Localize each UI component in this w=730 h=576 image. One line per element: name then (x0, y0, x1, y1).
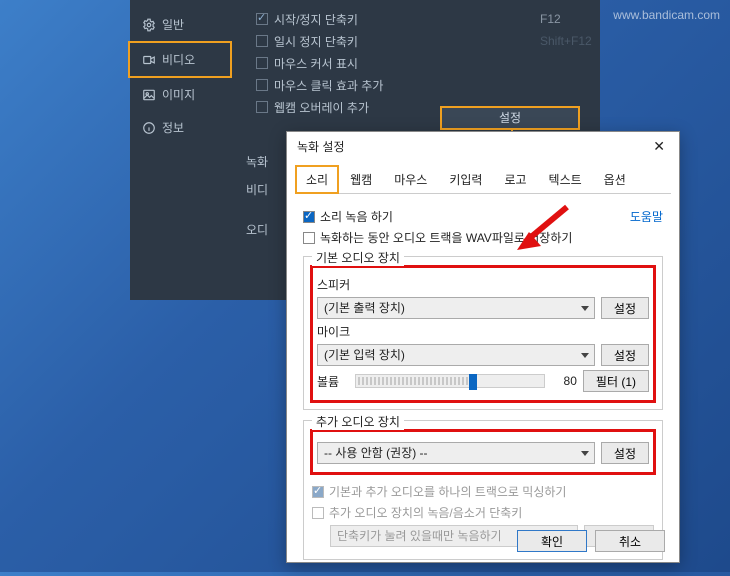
extra-audio-select[interactable]: -- 사용 안함 (권장) -- (317, 442, 595, 464)
volume-slider[interactable] (355, 374, 545, 388)
checkbox-label: 추가 오디오 장치의 녹음/음소거 단축키 (329, 506, 522, 520)
shortcut-value: Shift+F12 (540, 34, 592, 48)
checkbox-label: 녹화하는 동안 오디오 트랙을 WAV파일로 저장하기 (320, 231, 572, 245)
primary-audio-fieldset: 기본 오디오 장치 스피커 (기본 출력 장치) 설정 마이크 (기본 입력 장… (303, 256, 663, 410)
highlight-box: -- 사용 안함 (권장) -- 설정 (310, 429, 656, 475)
tab-logo[interactable]: 로고 (493, 165, 537, 193)
checkbox-icon[interactable] (256, 13, 268, 25)
ok-button[interactable]: 확인 (517, 530, 587, 552)
sidebar-item-label: 비디오 (162, 51, 195, 68)
settings-button[interactable]: 설정 (440, 106, 580, 130)
speaker-settings-button[interactable]: 설정 (601, 297, 649, 319)
tab-text[interactable]: 텍스트 (538, 165, 593, 193)
option-label: 시작/정지 단축키 (274, 11, 358, 28)
option-label: 마우스 클릭 효과 추가 (274, 77, 383, 94)
sidebar-item-video[interactable]: 비디오 (128, 41, 232, 78)
watermark: www.bandicam.com (613, 8, 720, 22)
mic-label: 마이크 (317, 323, 649, 340)
record-sound-checkbox[interactable] (303, 211, 315, 223)
option-label: 마우스 커서 표시 (274, 55, 358, 72)
info-icon (142, 121, 156, 135)
image-icon (142, 88, 156, 102)
sidebar-item-info[interactable]: 정보 (130, 111, 230, 144)
sidebar-item-label: 일반 (162, 16, 184, 33)
filter-button[interactable]: 필터 (1) (583, 370, 649, 392)
fieldset-legend: 기본 오디오 장치 (312, 249, 404, 266)
fieldset-legend: 추가 오디오 장치 (312, 413, 404, 430)
cancel-button[interactable]: 취소 (595, 530, 665, 552)
checkbox-icon[interactable] (256, 79, 268, 91)
dialog-title: 녹화 설정 (297, 138, 345, 155)
close-button[interactable]: ✕ (649, 138, 669, 155)
tab-keyinput[interactable]: 키입력 (438, 165, 493, 193)
category-label: 오디 (246, 216, 268, 244)
option-label: 일시 정지 단축키 (274, 33, 358, 50)
sidebar-item-label: 정보 (162, 119, 184, 136)
speaker-select[interactable]: (기본 출력 장치) (317, 297, 595, 319)
option-label: 웹캠 오버레이 추가 (274, 99, 369, 116)
tab-sound[interactable]: 소리 (295, 165, 339, 194)
checkbox-icon[interactable] (256, 101, 268, 113)
volume-value: 80 (551, 374, 577, 388)
dialog-footer: 확인 취소 (517, 530, 665, 552)
speaker-label: 스피커 (317, 276, 649, 293)
extra-hotkey-checkbox (312, 507, 324, 519)
option-start-stop[interactable]: 시작/정지 단축키 F12 (240, 8, 600, 30)
checkbox-icon[interactable] (256, 57, 268, 69)
extra-settings-button[interactable]: 설정 (601, 442, 649, 464)
mix-checkbox (312, 486, 324, 498)
mic-settings-button[interactable]: 설정 (601, 344, 649, 366)
save-wav-checkbox[interactable] (303, 232, 315, 244)
checkbox-label: 기본과 추가 오디오를 하나의 트랙으로 믹싱하기 (329, 485, 566, 499)
highlight-box: 스피커 (기본 출력 장치) 설정 마이크 (기본 입력 장치) 설정 볼륨 8… (310, 265, 656, 403)
category-labels: 녹화 비디 오디 (246, 148, 268, 244)
tab-mouse[interactable]: 마우스 (383, 165, 438, 193)
sidebar-item-image[interactable]: 이미지 (130, 78, 230, 111)
option-click-effect[interactable]: 마우스 클릭 효과 추가 (240, 74, 600, 96)
gear-icon (142, 18, 156, 32)
category-label: 비디 (246, 176, 268, 204)
volume-label: 볼륨 (317, 373, 349, 390)
category-label: 녹화 (246, 148, 268, 176)
sidebar-item-general[interactable]: 일반 (130, 8, 230, 41)
dialog-body: 소리 녹음 하기 도움말 녹화하는 동안 오디오 트랙을 WAV파일로 저장하기… (287, 194, 679, 576)
checkbox-label: 소리 녹음 하기 (320, 210, 393, 224)
sidebar-item-label: 이미지 (162, 86, 195, 103)
checkbox-icon[interactable] (256, 35, 268, 47)
tab-options[interactable]: 옵션 (593, 165, 637, 193)
option-cursor[interactable]: 마우스 커서 표시 (240, 52, 600, 74)
help-link[interactable]: 도움말 (630, 208, 663, 225)
sidebar: 일반 비디오 이미지 정보 (130, 0, 230, 144)
shortcut-value: F12 (540, 12, 561, 26)
record-settings-dialog: 녹화 설정 ✕ 소리 웹캠 마우스 키입력 로고 텍스트 옵션 소리 녹음 하기… (286, 131, 680, 563)
video-icon (142, 53, 156, 67)
option-pause[interactable]: 일시 정지 단축키 Shift+F12 (240, 30, 600, 52)
tab-webcam[interactable]: 웹캠 (339, 165, 383, 193)
mic-select[interactable]: (기본 입력 장치) (317, 344, 595, 366)
tab-bar: 소리 웹캠 마우스 키입력 로고 텍스트 옵션 (295, 165, 671, 194)
